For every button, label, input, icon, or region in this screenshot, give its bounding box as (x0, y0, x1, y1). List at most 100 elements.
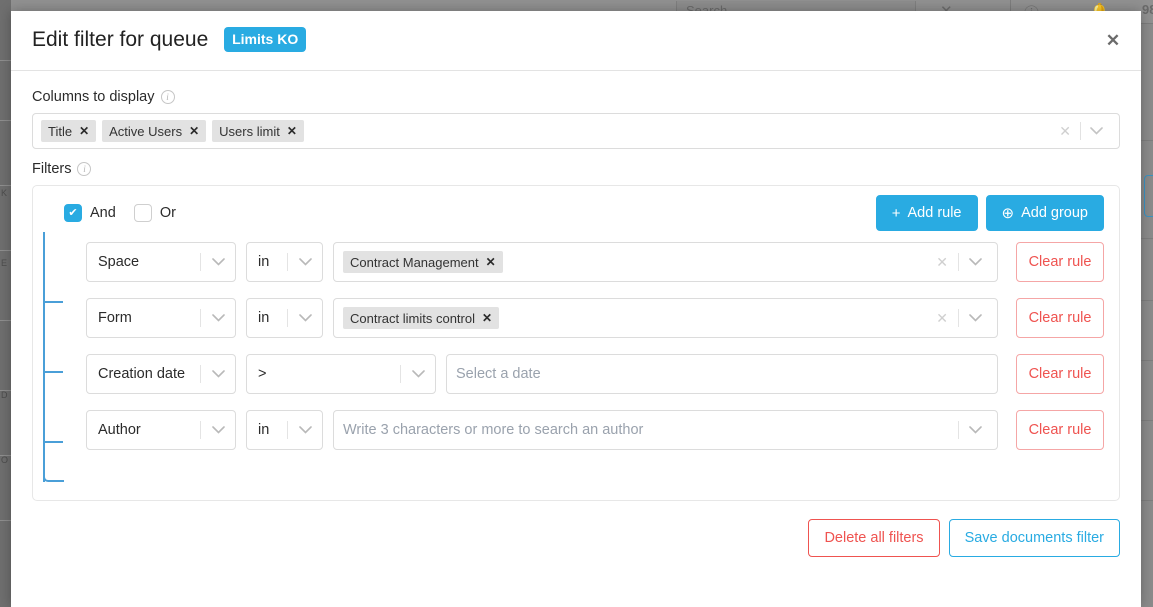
rule-tree-branch (43, 301, 63, 303)
clear-rule-button[interactable]: Clear rule (1016, 410, 1104, 450)
rule-tree-branch (43, 371, 63, 373)
rule-field-select[interactable]: Creation date (86, 354, 236, 394)
or-checkbox[interactable] (134, 204, 152, 222)
clear-value-icon[interactable]: ✕ (926, 254, 958, 271)
dialog-header: Edit filter for queue Limits KO ✕ (11, 11, 1141, 71)
rule-value-tag[interactable]: Contract limits control ✕ (343, 307, 499, 329)
page-title: Edit filter for queue Limits KO (32, 28, 306, 54)
delete-all-filters-button[interactable]: Delete all filters (808, 519, 939, 557)
rule-operator-value: in (258, 254, 269, 270)
rule-operator-select[interactable]: in (246, 298, 323, 338)
filters-label-text: Filters (32, 161, 71, 177)
background-apps-grid-icon: 98 (1142, 2, 1153, 17)
clear-value-icon[interactable]: ✕ (926, 310, 958, 327)
select-controls (287, 243, 322, 281)
remove-tag-icon[interactable]: ✕ (79, 124, 89, 138)
rule-operator-value: > (258, 366, 266, 382)
column-tag[interactable]: Users limit ✕ (212, 120, 304, 142)
remove-tag-icon[interactable]: ✕ (482, 311, 492, 325)
rule-field-select[interactable]: Author (86, 410, 236, 450)
rule-value-multiselect[interactable]: Contract limits control ✕ ✕ (333, 298, 998, 338)
select-controls (287, 411, 322, 449)
plus-icon: + (892, 206, 901, 221)
column-tag-label: Title (48, 124, 72, 139)
clear-rule-button[interactable]: Clear rule (1016, 298, 1104, 338)
table-row: Space in (86, 242, 1104, 282)
close-icon[interactable]: ✕ (1099, 27, 1127, 55)
edit-filter-dialog: Edit filter for queue Limits KO ✕ Column… (11, 11, 1141, 607)
info-icon[interactable]: i (161, 90, 175, 104)
chevron-down-icon[interactable] (401, 370, 435, 378)
select-controls (400, 355, 435, 393)
rule-field-select[interactable]: Space (86, 242, 236, 282)
columns-multiselect[interactable]: Title ✕ Active Users ✕ Users limit ✕ ✕ (32, 113, 1120, 149)
rule-field-value: Form (98, 310, 132, 326)
queue-name-badge: Limits KO (224, 27, 306, 52)
background-sidebar-letter: O (1, 455, 8, 465)
filters-label: Filters i (32, 161, 1120, 177)
value-controls: ✕ (926, 243, 991, 281)
columns-to-display-label: Columns to display i (32, 89, 1120, 105)
column-tag[interactable]: Title ✕ (41, 120, 96, 142)
filter-group-actions: + Add rule ⊕ Add group (876, 195, 1104, 231)
rule-field-value: Space (98, 254, 139, 270)
rule-operator-select[interactable]: > (246, 354, 436, 394)
table-row: Creation date > (86, 354, 1104, 394)
chevron-down-icon[interactable] (959, 258, 991, 266)
rule-value-tag[interactable]: Contract Management ✕ (343, 251, 503, 273)
value-controls: ✕ (926, 299, 991, 337)
remove-tag-icon[interactable]: ✕ (189, 124, 199, 138)
add-group-button[interactable]: ⊕ Add group (986, 195, 1105, 231)
clear-rule-button[interactable]: Clear rule (1016, 242, 1104, 282)
chevron-down-icon[interactable] (201, 258, 235, 266)
column-tag[interactable]: Active Users ✕ (102, 120, 206, 142)
table-row: Author in (86, 410, 1104, 450)
select-controls (200, 243, 235, 281)
table-row: Form in (86, 298, 1104, 338)
clear-rule-button[interactable]: Clear rule (1016, 354, 1104, 394)
logic-operator-group: ✔ And Or (48, 204, 176, 222)
select-controls (200, 355, 235, 393)
rule-author-search-input[interactable]: Write 3 characters or more to search an … (333, 410, 998, 450)
chevron-down-icon[interactable] (959, 426, 991, 434)
save-documents-filter-button[interactable]: Save documents filter (949, 519, 1120, 557)
value-controls (958, 411, 991, 449)
background-sidebar-letter: D (1, 390, 8, 400)
rule-value-tag-label: Contract Management (350, 255, 479, 270)
author-placeholder: Write 3 characters or more to search an … (343, 422, 643, 438)
rule-field-value: Creation date (98, 366, 185, 382)
background-highlight-box (1144, 175, 1153, 217)
rule-value-tag-label: Contract limits control (350, 311, 475, 326)
select-controls (287, 299, 322, 337)
remove-tag-icon[interactable]: ✕ (287, 124, 297, 138)
and-label: And (90, 205, 116, 221)
rule-operator-select[interactable]: in (246, 410, 323, 450)
chevron-down-icon[interactable] (959, 314, 991, 322)
filters-section: Filters i ✔ And Or + (32, 161, 1120, 501)
rule-operator-value: in (258, 310, 269, 326)
add-group-label: Add group (1021, 205, 1088, 221)
chevron-down-icon[interactable] (201, 426, 235, 434)
background-sidebar-letter: K (1, 188, 7, 198)
rule-tree-trunk (43, 232, 45, 482)
info-icon[interactable]: i (77, 162, 91, 176)
remove-tag-icon[interactable]: ✕ (486, 255, 496, 269)
chevron-down-icon[interactable] (201, 370, 235, 378)
or-label: Or (160, 205, 176, 221)
columns-multiselect-controls: ✕ (1050, 114, 1111, 148)
dialog-title-text: Edit filter for queue (32, 28, 208, 51)
chevron-down-icon[interactable] (288, 426, 322, 434)
column-tag-label: Users limit (219, 124, 280, 139)
add-rule-button[interactable]: + Add rule (876, 195, 978, 231)
and-checkbox[interactable]: ✔ (64, 204, 82, 222)
chevron-down-icon[interactable] (288, 314, 322, 322)
clear-columns-icon[interactable]: ✕ (1050, 123, 1080, 140)
chevron-down-icon[interactable] (201, 314, 235, 322)
rule-value-multiselect[interactable]: Contract Management ✕ ✕ (333, 242, 998, 282)
rule-operator-select[interactable]: in (246, 242, 323, 282)
chevron-down-icon[interactable] (288, 258, 322, 266)
rule-date-input[interactable]: Select a date (446, 354, 998, 394)
rule-tree-corner (43, 472, 55, 482)
rule-field-select[interactable]: Form (86, 298, 236, 338)
chevron-down-icon[interactable] (1081, 127, 1111, 135)
